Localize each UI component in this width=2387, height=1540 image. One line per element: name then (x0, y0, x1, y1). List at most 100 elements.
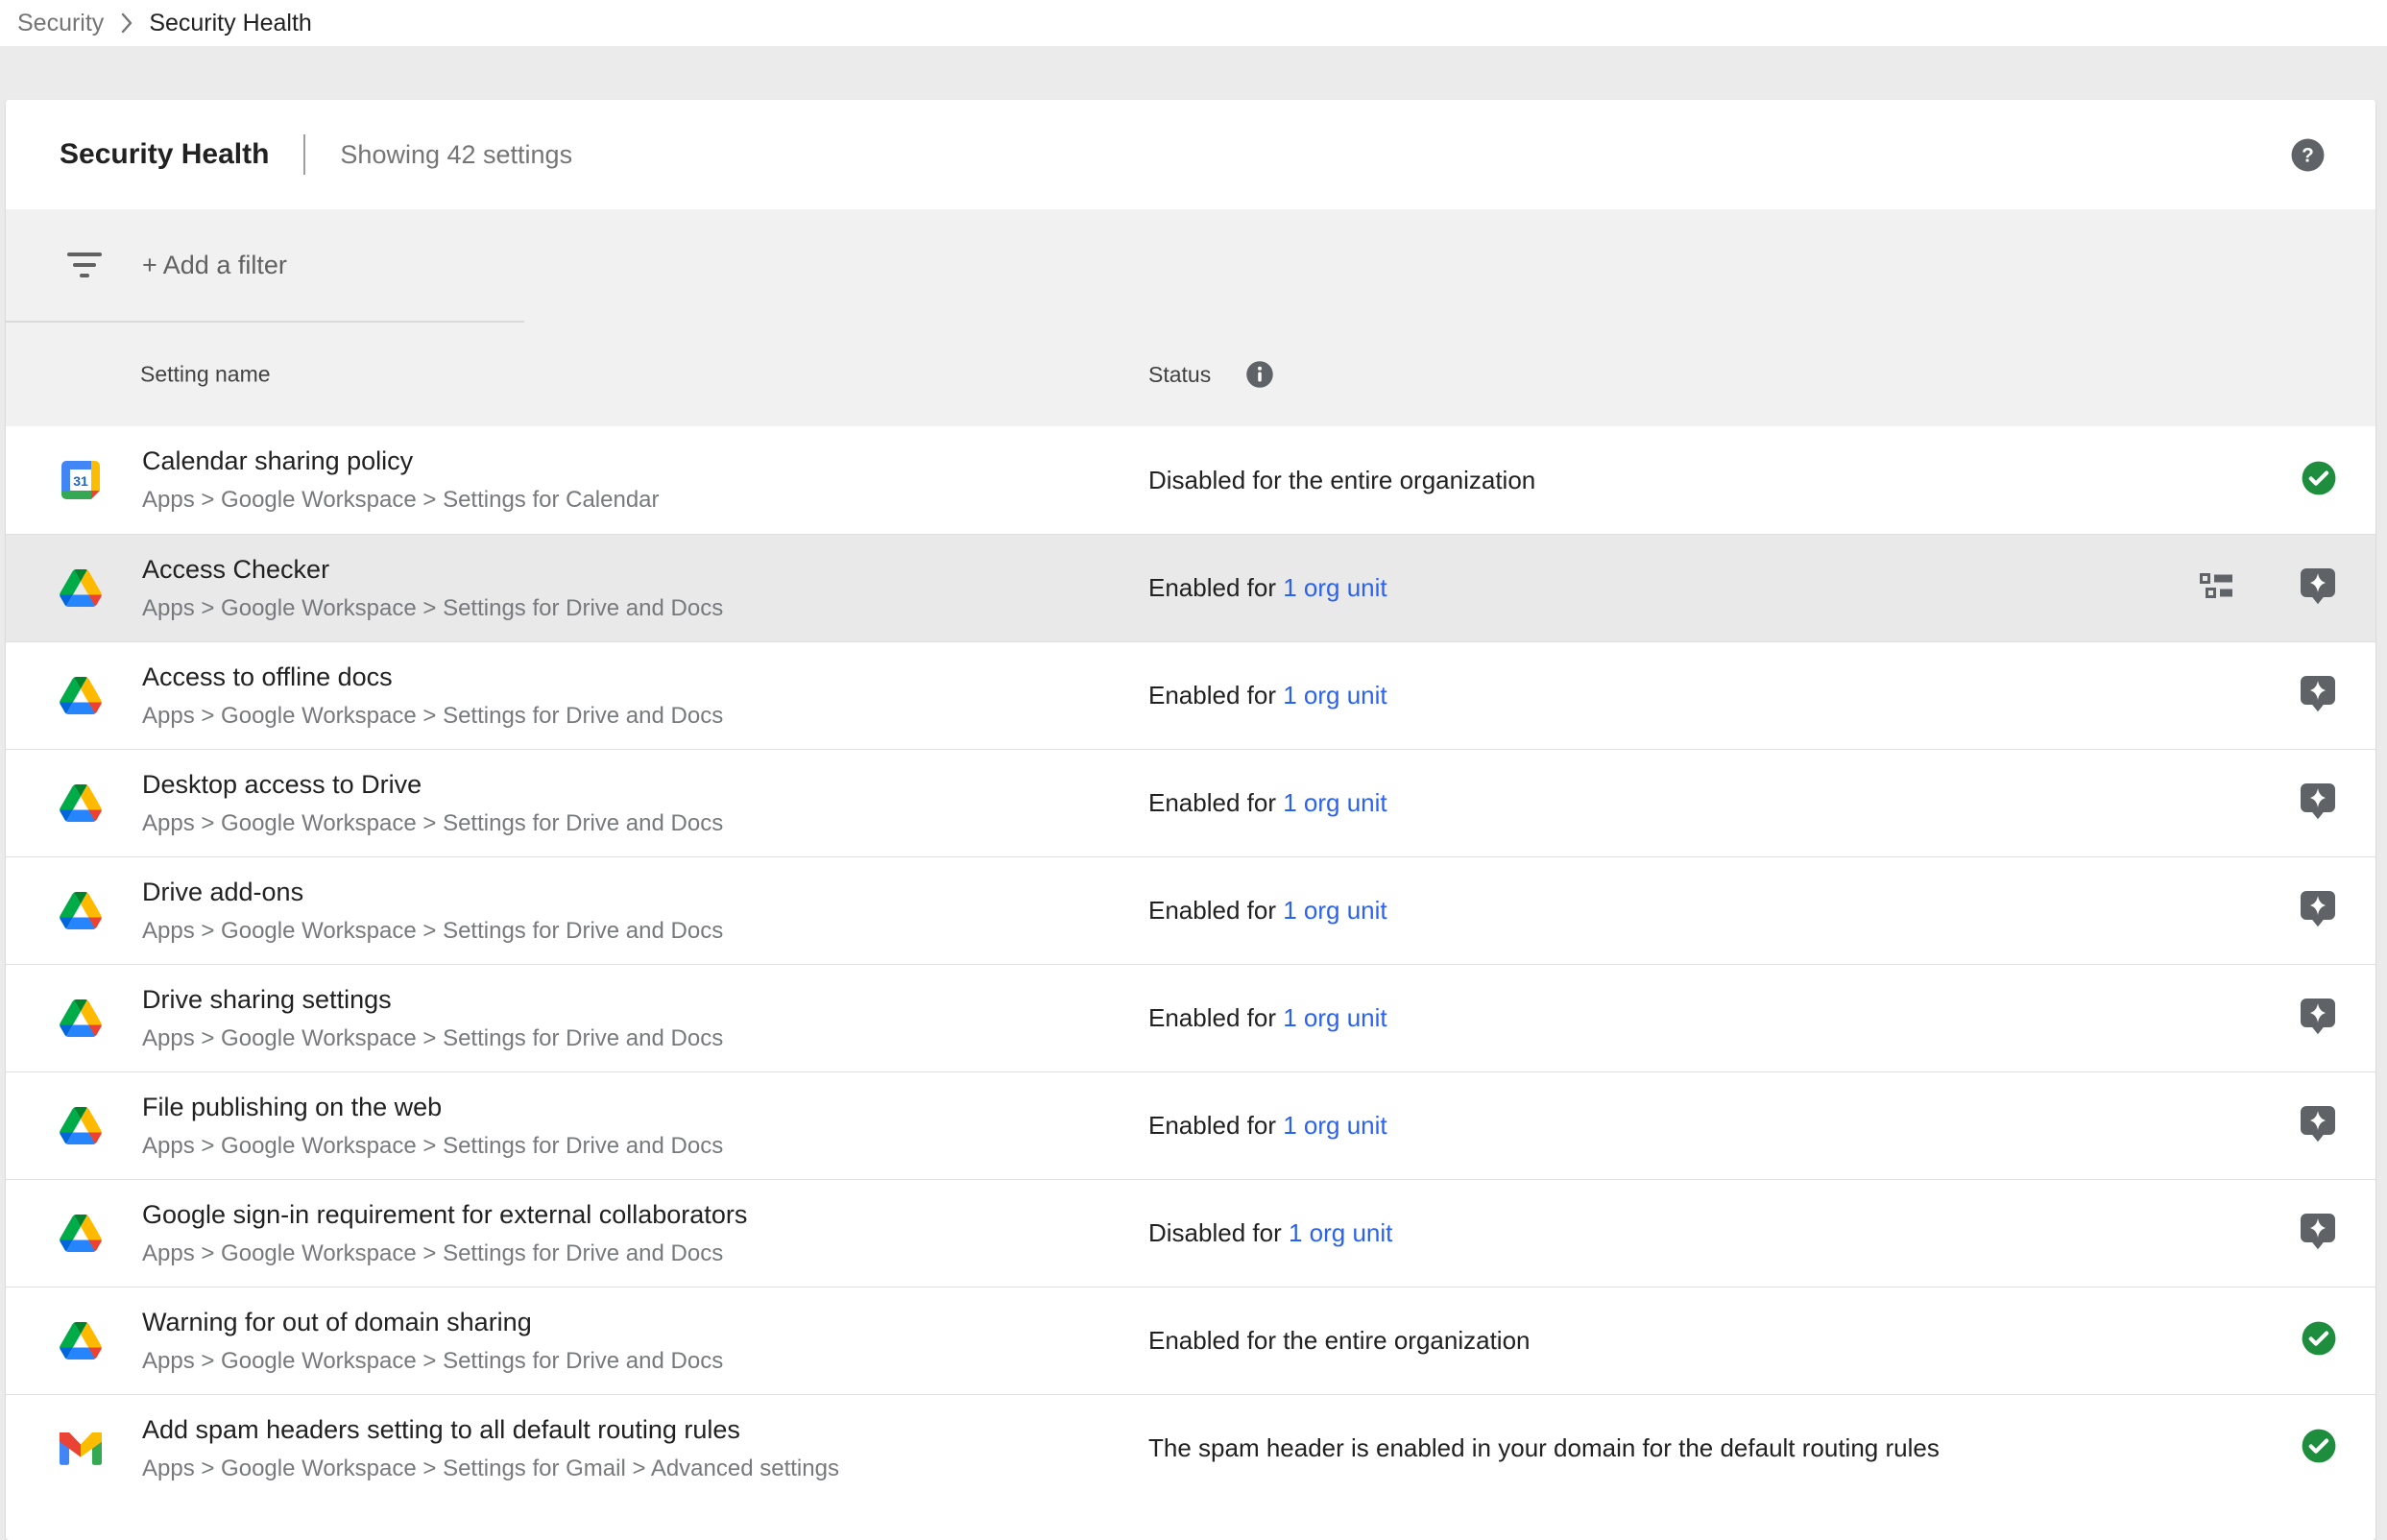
column-setting-name: Setting name (140, 362, 271, 388)
setting-title: Google sign-in requirement for external … (142, 1200, 747, 1230)
status-cell: Enabled for 1 org unit (1148, 857, 1387, 964)
help-icon[interactable]: ? (2290, 137, 2326, 173)
setting-path: Apps > Google Workspace > Settings for D… (142, 811, 723, 836)
drive-icon (60, 677, 102, 714)
org-unit-link[interactable]: 1 org unit (1283, 896, 1386, 926)
drive-icon (60, 1107, 102, 1144)
org-unit-link[interactable]: 1 org unit (1283, 1111, 1386, 1141)
app-icon: 31 (60, 1431, 102, 1466)
setting-path: Apps > Google Workspace > Settings for D… (142, 1134, 723, 1159)
org-unit-link[interactable]: 1 org unit (1283, 1003, 1386, 1033)
status-cell: Enabled for the entire organization (1148, 1287, 1531, 1394)
app-icon: 31 (60, 999, 102, 1037)
setting-name-cell: 31 (60, 1395, 839, 1502)
breadcrumb-current-page: Security Health (149, 10, 312, 37)
recommendation-badge-icon[interactable] (2299, 889, 2337, 933)
org-unit-link[interactable]: 1 org unit (1283, 573, 1386, 603)
row-state-icons (2299, 1072, 2337, 1179)
status-info-icon[interactable] (1245, 360, 1274, 389)
row-state-icons (2299, 857, 2337, 964)
drive-icon (60, 1322, 102, 1360)
row-state-icons (2199, 535, 2337, 641)
app-icon: 31 (60, 1215, 102, 1252)
drive-icon (60, 892, 102, 929)
drive-icon (60, 784, 102, 822)
status-cell: Disabled for the entire organization (1148, 426, 1535, 534)
card-header: Security Health Showing 42 settings ? (6, 100, 2375, 209)
setting-name-cell: 31 (60, 1072, 723, 1179)
calendar-icon: 31 (61, 461, 100, 499)
row-state-icons (2299, 965, 2337, 1071)
table-row[interactable]: 31 (6, 426, 2375, 534)
row-state-icons (2301, 1287, 2337, 1394)
status-text: Disabled for (1148, 1218, 1289, 1248)
table-row[interactable]: 31 (6, 641, 2375, 749)
breadcrumb: Security Security Health (0, 0, 2387, 46)
filter-bar[interactable]: + Add a filter (6, 209, 2375, 321)
setting-path: Apps > Google Workspace > Settings for D… (142, 1241, 747, 1266)
setting-path: Apps > Google Workspace > Settings for C… (142, 488, 660, 513)
setting-title: File publishing on the web (142, 1093, 723, 1122)
setting-path: Apps > Google Workspace > Settings for D… (142, 919, 723, 944)
recommendation-badge-icon[interactable] (2299, 997, 2337, 1041)
setting-name-cell: 31 (60, 1287, 723, 1394)
setting-name-cell: 31 (60, 750, 723, 856)
setting-title: Access Checker (142, 555, 723, 585)
table-row[interactable]: 31 (6, 749, 2375, 856)
setting-title: Add spam headers setting to all default … (142, 1415, 839, 1445)
status-cell: Enabled for 1 org unit (1148, 1072, 1387, 1179)
org-unit-link[interactable]: 1 org unit (1283, 681, 1386, 710)
setting-path: Apps > Google Workspace > Settings for D… (142, 1349, 723, 1374)
setting-title: Drive sharing settings (142, 985, 723, 1015)
add-filter-button[interactable]: + Add a filter (142, 251, 287, 280)
recommendation-badge-icon[interactable] (2299, 1212, 2337, 1256)
org-unit-link[interactable]: 1 org unit (1283, 788, 1386, 818)
setting-name-cell: 31 (60, 1180, 747, 1287)
recommendation-badge-icon[interactable] (2299, 674, 2337, 718)
table-row[interactable]: 31 (6, 1179, 2375, 1287)
status-cell: Disabled for 1 org unit (1148, 1180, 1392, 1287)
table-row[interactable]: 31 (6, 1071, 2375, 1179)
row-state-icons (2299, 642, 2337, 749)
setting-title: Warning for out of domain sharing (142, 1308, 723, 1337)
status-cell: Enabled for 1 org unit (1148, 535, 1387, 641)
gmail-icon (60, 1431, 102, 1466)
table-row[interactable]: 31 (6, 1394, 2375, 1502)
table-row[interactable]: 31 (6, 856, 2375, 964)
setting-name-cell: 31 (60, 965, 723, 1071)
table-row[interactable]: 31 (6, 534, 2375, 641)
recommendation-badge-icon[interactable] (2299, 782, 2337, 826)
svg-text:31: 31 (73, 473, 88, 489)
setting-title: Drive add-ons (142, 878, 723, 907)
status-text: Disabled for the entire organization (1148, 466, 1535, 495)
setting-title: Desktop access to Drive (142, 770, 723, 800)
app-icon: 31 (60, 784, 102, 822)
app-icon: 31 (60, 461, 102, 499)
green-check-icon (2301, 1320, 2337, 1361)
row-state-icons (2301, 1395, 2337, 1502)
table-row[interactable]: 31 (6, 1287, 2375, 1394)
recommendation-badge-icon[interactable] (2299, 1104, 2337, 1148)
green-check-icon (2301, 1428, 2337, 1469)
status-text: Enabled for (1148, 788, 1283, 818)
status-cell: Enabled for 1 org unit (1148, 965, 1387, 1071)
row-state-icons (2299, 750, 2337, 856)
setting-name-cell: 31 (60, 426, 660, 534)
status-text: Enabled for (1148, 573, 1283, 603)
status-cell: The spam header is enabled in your domai… (1148, 1395, 1940, 1502)
row-state-icons (2301, 426, 2337, 534)
app-icon: 31 (60, 892, 102, 929)
table-row[interactable]: 31 (6, 964, 2375, 1071)
green-check-icon (2301, 460, 2337, 501)
app-icon: 31 (60, 1322, 102, 1360)
svg-text:?: ? (2302, 144, 2314, 166)
status-cell: Enabled for 1 org unit (1148, 750, 1387, 856)
setting-path: Apps > Google Workspace > Settings for D… (142, 1026, 723, 1051)
title-separator (303, 134, 305, 175)
org-unit-link[interactable]: 1 org unit (1289, 1218, 1392, 1248)
filter-list-icon (65, 250, 104, 281)
drive-icon (60, 569, 102, 607)
breadcrumb-security-link[interactable]: Security (17, 10, 104, 37)
status-text: Enabled for (1148, 1003, 1283, 1033)
recommendation-badge-icon[interactable] (2299, 566, 2337, 611)
